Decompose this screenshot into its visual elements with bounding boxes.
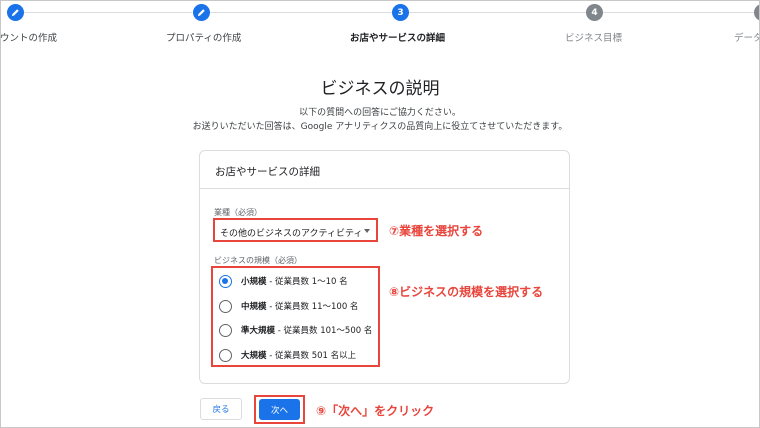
step-4-circle: 4 bbox=[586, 4, 603, 21]
size-option-medium[interactable]: 中規模 - 従業員数 11〜100 名 bbox=[219, 298, 358, 314]
annotation-select-industry: ⑦業種を選択する bbox=[389, 224, 484, 238]
step-1-label: ウントの作成 bbox=[0, 33, 58, 44]
page-title: ビジネスの説明 bbox=[320, 79, 440, 99]
size-option-small[interactable]: 小規模 - 従業員数 1〜10 名 bbox=[219, 273, 348, 289]
industry-select-value: その他のビジネスのアクティビティ bbox=[220, 229, 363, 239]
radio-checked-icon[interactable] bbox=[219, 274, 232, 288]
back-button[interactable]: 戻る bbox=[200, 398, 242, 420]
stepper-line bbox=[602, 12, 754, 13]
step-5-circle bbox=[754, 4, 760, 21]
industry-label: 業種（必須） bbox=[214, 208, 262, 217]
step-1-done-icon bbox=[7, 4, 24, 21]
step-5-label: データ bbox=[734, 33, 760, 44]
stepper-line bbox=[409, 12, 586, 13]
stepper-line bbox=[210, 12, 392, 13]
industry-select[interactable]: その他のビジネスのアクティビティ bbox=[213, 218, 378, 242]
step-2-done-icon bbox=[193, 4, 210, 21]
card-title: お店やサービスの詳細 bbox=[215, 166, 320, 178]
page-subtitle-line-1: 以下の質問への回答にご協力ください。 bbox=[299, 108, 461, 118]
page-subtitle-line-2: お送りいただいた回答は、Google アナリティクスの品質向上に役立てさせていた… bbox=[192, 122, 568, 132]
size-option-semi-large[interactable]: 準大規模 - 従業員数 101〜500 名 bbox=[219, 322, 372, 338]
stepper-line bbox=[22, 12, 192, 13]
annotation-select-size: ⑧ビジネスの規模を選択する bbox=[389, 285, 544, 299]
size-option-label: 小規模 - 従業員数 1〜10 名 bbox=[241, 277, 348, 287]
dropdown-caret-icon bbox=[364, 229, 370, 233]
size-option-large[interactable]: 大規模 - 従業員数 501 名以上 bbox=[219, 347, 356, 363]
radio-unchecked-icon[interactable] bbox=[219, 299, 232, 313]
step-4-label: ビジネス目標 bbox=[565, 33, 623, 44]
step-3-label: お店やサービスの詳細 bbox=[350, 33, 446, 44]
next-button[interactable]: 次へ bbox=[259, 399, 300, 420]
annotation-click-next: ⑨「次へ」をクリック bbox=[316, 404, 435, 418]
radio-unchecked-icon[interactable] bbox=[219, 348, 232, 362]
card-header: お店やサービスの詳細 bbox=[200, 151, 569, 189]
step-3-circle: 3 bbox=[392, 4, 409, 21]
radio-unchecked-icon[interactable] bbox=[219, 323, 232, 337]
business-size-label: ビジネスの規模（必須） bbox=[214, 256, 302, 265]
size-option-label: 中規模 - 従業員数 11〜100 名 bbox=[241, 302, 359, 312]
size-option-label: 大規模 - 従業員数 501 名以上 bbox=[241, 351, 357, 361]
pencil-icon bbox=[11, 9, 19, 17]
size-option-label: 準大規模 - 従業員数 101〜500 名 bbox=[241, 326, 373, 336]
step-2-label: プロパティの作成 bbox=[166, 33, 242, 44]
pencil-icon bbox=[197, 9, 205, 17]
setup-stepper: 3 4 ウントの作成 プロパティの作成 お店やサービスの詳細 ビジネス目標 デー… bbox=[0, 0, 760, 50]
